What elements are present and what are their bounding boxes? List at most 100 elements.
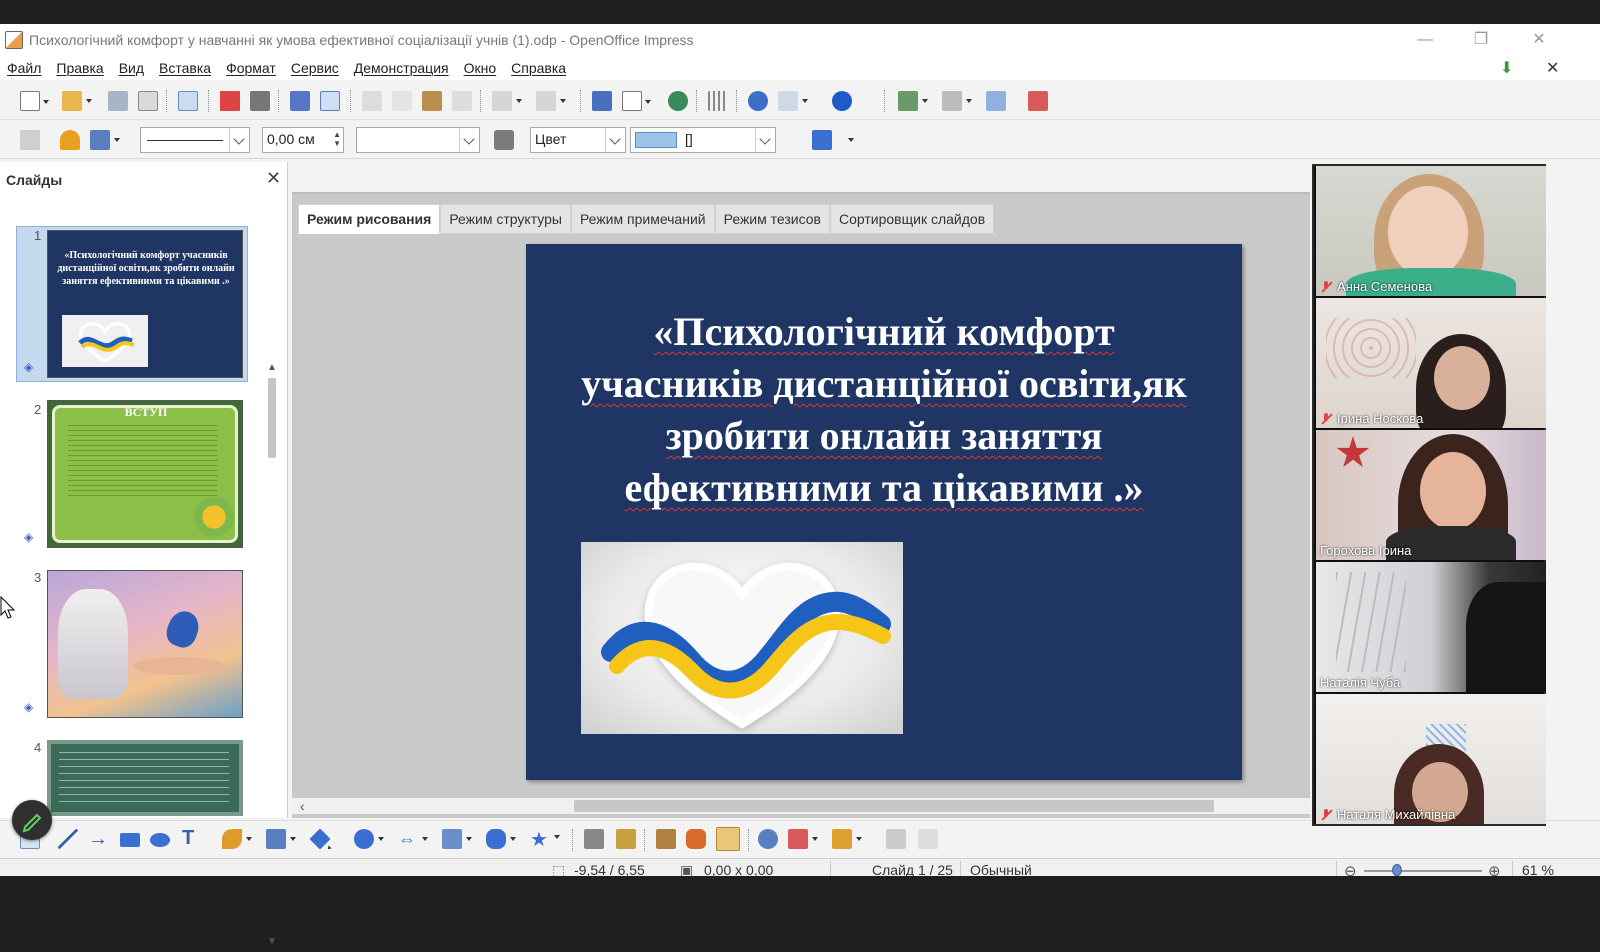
arrow-style-icon[interactable] xyxy=(90,130,120,150)
toggle-extrusion-icon[interactable] xyxy=(886,829,906,849)
slide-thumbnail-4[interactable] xyxy=(47,740,243,816)
block-arrows-icon[interactable]: ⇔ xyxy=(398,829,428,849)
slide-layout-icon[interactable] xyxy=(942,91,972,111)
navigator-icon[interactable] xyxy=(748,91,768,111)
glue-points-icon[interactable] xyxy=(616,829,636,849)
zoom-icon[interactable] xyxy=(778,91,808,111)
hscroll-thumb[interactable] xyxy=(574,800,1214,812)
shadow-icon[interactable] xyxy=(812,130,832,150)
menu-tools[interactable]: Сервис xyxy=(291,60,339,76)
zoom-slider[interactable] xyxy=(1364,870,1482,872)
help-icon[interactable] xyxy=(832,91,852,111)
line-arrow-tool-icon[interactable]: → xyxy=(88,829,108,849)
menu-help[interactable]: Справка xyxy=(511,60,566,76)
close-pane-icon[interactable]: ✕ xyxy=(266,168,281,189)
table-icon[interactable] xyxy=(622,91,651,111)
styles-formatting-icon[interactable] xyxy=(20,130,40,150)
menu-format[interactable]: Формат xyxy=(226,60,276,76)
line-icon[interactable] xyxy=(60,130,80,150)
close-document-icon[interactable]: ✕ xyxy=(1546,58,1559,78)
alignment-icon[interactable] xyxy=(788,829,818,849)
email-icon[interactable] xyxy=(138,91,158,111)
minimize-icon[interactable]: — xyxy=(1400,28,1450,52)
menu-window[interactable]: Окно xyxy=(464,60,497,76)
heart-ribbon-image[interactable] xyxy=(581,542,903,734)
flowchart-icon[interactable] xyxy=(442,829,472,849)
curve-tool-icon[interactable] xyxy=(222,829,252,849)
slide-hscrollbar[interactable]: ‹ xyxy=(292,798,1310,814)
participant-tile[interactable]: Ірина Носкова xyxy=(1316,298,1546,428)
stars-icon[interactable]: ★ xyxy=(530,827,560,851)
callouts-icon[interactable] xyxy=(486,829,516,849)
edit-file-icon[interactable] xyxy=(178,91,198,111)
tab-outline-view[interactable]: Режим структуры xyxy=(440,204,571,234)
slide-design-icon[interactable] xyxy=(986,91,1006,111)
menu-file[interactable]: Файл xyxy=(7,60,41,76)
symbol-shapes-icon[interactable] xyxy=(354,829,384,849)
area-fill-icon[interactable] xyxy=(494,130,514,150)
copy-icon[interactable] xyxy=(392,91,412,111)
connector-tool-icon[interactable] xyxy=(266,829,296,849)
menu-slideshow[interactable]: Демонстрация xyxy=(354,60,449,76)
redo-icon[interactable] xyxy=(536,91,566,111)
participant-tile[interactable]: Наталя Михайлівна xyxy=(1316,694,1546,824)
scroll-down-icon[interactable]: ▼ xyxy=(267,936,277,947)
points-icon[interactable] xyxy=(584,829,604,849)
paste-icon[interactable] xyxy=(422,91,442,111)
scroll-up-icon[interactable]: ▲ xyxy=(267,362,277,373)
from-file-icon[interactable] xyxy=(656,829,676,849)
menu-insert[interactable]: Вставка xyxy=(159,60,211,76)
scroll-left-icon[interactable]: ‹ xyxy=(300,798,305,814)
ellipse-tool-icon[interactable] xyxy=(150,833,170,847)
participant-tile[interactable]: Анна Семенова xyxy=(1316,166,1546,296)
save-icon[interactable] xyxy=(108,91,128,111)
tab-handout-view[interactable]: Режим тезисов xyxy=(714,204,830,234)
basic-shapes-icon[interactable] xyxy=(309,828,331,850)
line-tool-icon[interactable] xyxy=(58,829,78,849)
clone-formatting-icon[interactable] xyxy=(452,91,472,111)
gallery-icon[interactable] xyxy=(686,829,706,849)
interaction-icon[interactable] xyxy=(918,829,938,849)
tab-slide-sorter[interactable]: Сортировщик слайдов xyxy=(830,204,995,234)
text-tool-icon[interactable]: T xyxy=(182,827,202,849)
autospellcheck-icon[interactable] xyxy=(320,91,340,111)
open-folder-icon[interactable] xyxy=(62,91,92,111)
print-icon[interactable] xyxy=(250,91,270,111)
slide-title[interactable]: «Психологічний комфорт учасників дистанц… xyxy=(546,306,1222,514)
fill-color-select[interactable]: [] xyxy=(630,127,776,153)
arrange-icon[interactable] xyxy=(832,829,862,849)
cut-icon[interactable] xyxy=(362,91,382,111)
tab-notes-view[interactable]: Режим примечаний xyxy=(570,204,715,234)
slide-thumbnail-2[interactable]: ВСТУП xyxy=(47,400,243,548)
rectangle-tool-icon[interactable] xyxy=(120,833,140,847)
restore-icon[interactable]: ❐ xyxy=(1456,28,1506,52)
update-download-icon[interactable]: ⬇ xyxy=(1500,58,1513,78)
annotation-pen-button[interactable] xyxy=(12,800,52,840)
participant-tile[interactable]: Наталія Чуба xyxy=(1316,562,1546,692)
line-width-field[interactable]: 0,00 см ▲ ▼ xyxy=(262,127,344,153)
close-window-icon[interactable]: ✕ xyxy=(1514,28,1564,52)
undo-icon[interactable] xyxy=(492,91,522,111)
start-slideshow-icon[interactable] xyxy=(1028,91,1048,111)
line-color-select[interactable] xyxy=(356,127,480,153)
extrusion-icon[interactable] xyxy=(716,827,740,851)
scroll-thumb[interactable] xyxy=(268,378,276,458)
slide-thumbnail-3[interactable] xyxy=(47,570,243,718)
line-style-select[interactable] xyxy=(140,127,250,153)
slide-thumbnail-1[interactable]: «Психологічний комфорт учасників дистанц… xyxy=(47,230,243,378)
current-slide[interactable]: «Психологічний комфорт учасників дистанц… xyxy=(526,244,1242,780)
menu-edit[interactable]: Правка xyxy=(56,60,103,76)
slide-icon[interactable] xyxy=(898,91,928,111)
export-pdf-icon[interactable] xyxy=(220,91,240,111)
participant-tile[interactable]: Горохова Ірина xyxy=(1316,430,1546,560)
show-draw-functions-icon[interactable] xyxy=(668,91,688,111)
new-document-icon[interactable] xyxy=(20,91,49,111)
tab-drawing-view[interactable]: Режим рисования xyxy=(298,204,441,234)
rotate-icon[interactable] xyxy=(758,829,778,849)
grid-icon[interactable] xyxy=(708,91,728,111)
toolbar-overflow-icon[interactable] xyxy=(842,130,854,150)
menu-view[interactable]: Вид xyxy=(119,60,144,76)
zoom-slider-knob[interactable] xyxy=(1392,864,1402,876)
fill-type-select[interactable]: Цвет xyxy=(530,127,626,153)
chart-icon[interactable] xyxy=(592,91,612,111)
